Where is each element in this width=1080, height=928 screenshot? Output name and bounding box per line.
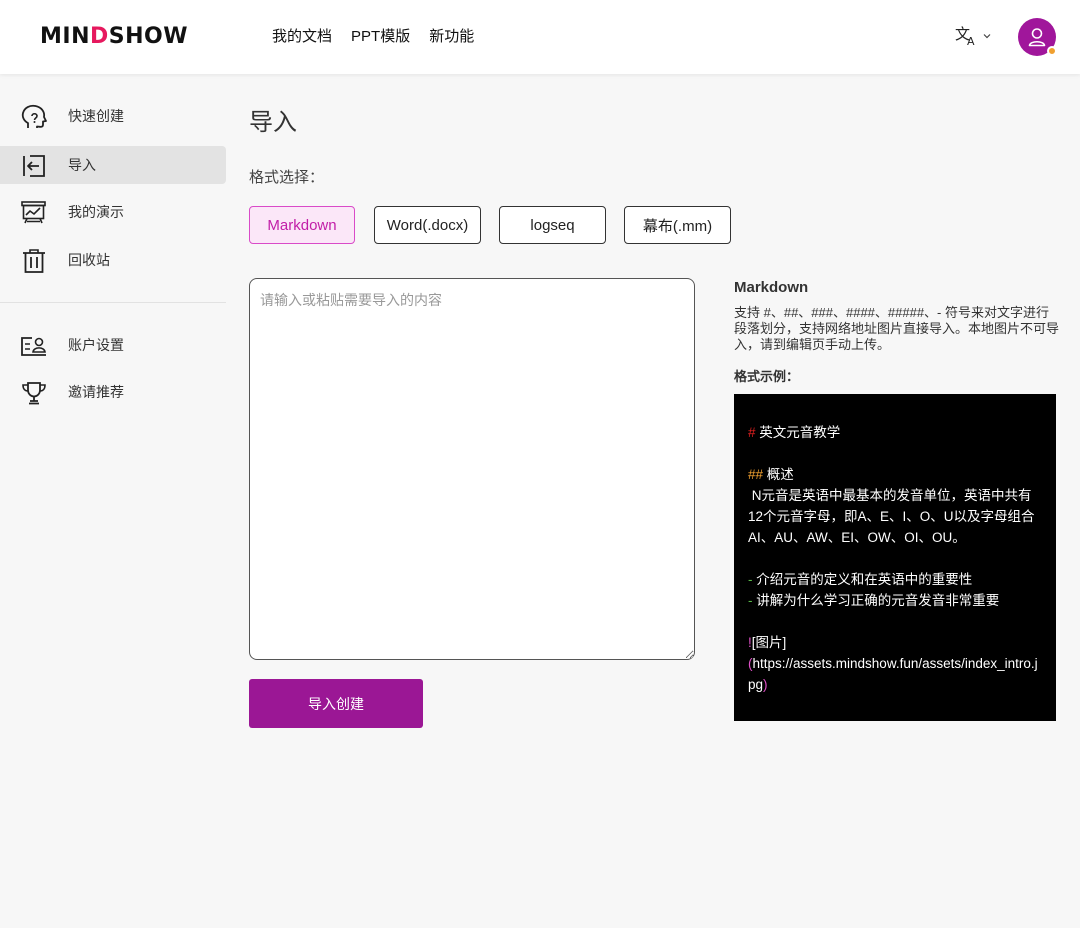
example-para-line: AI、AU、AW、EI、OW、OI、OU。 [748,530,966,545]
example-image: ![图片] [748,632,1042,653]
example-h2: ## 概述 [748,464,1042,485]
nav-ppt-templates[interactable]: PPT模版 [351,25,410,46]
presentation-icon [21,201,46,224]
account-card-icon [21,337,46,356]
avatar[interactable] [1018,18,1057,56]
chevron-down-icon [983,34,991,39]
logo-text-post: SHOW [108,24,188,49]
top-header: MIN D SHOW 我的文档 PPT模版 新功能 文 A [0,0,1080,74]
import-create-button[interactable]: 导入创建 [249,679,423,728]
sidebar-item-label: 邀请推荐 [68,384,124,400]
format-example-label: 格式示例： [734,369,800,384]
example-h1: # 英文元音教学 [748,422,1042,443]
import-content-input[interactable] [249,278,695,660]
nav-my-documents[interactable]: 我的文档 [272,25,332,46]
example-h2-text: 概述 [763,467,794,482]
format-logseq-button[interactable]: logseq [499,206,606,244]
example-h2-mark: ## [748,467,764,482]
example-h1-text: 英文元音教学 [755,425,841,440]
example-blank-line [748,443,1042,464]
example-para-line: N元音是英语中最基本的发音单位，英语中共有 [748,488,1032,503]
svg-text:A: A [967,35,975,47]
example-image-url-text: https://assets.mindshow.fun/assets/index… [752,656,1038,671]
sidebar-item-quick-create[interactable]: 快速创建 [0,97,226,135]
format-mubu-button[interactable]: 幕布(.mm) [624,206,731,244]
avatar-status-dot [1047,46,1057,56]
example-image-url: pg) [748,674,1042,695]
sidebar-item-label: 快速创建 [68,108,124,124]
format-info-description: 支持 #、##、###、####、#####、- 符号来对文字进行段落划分，支持… [734,305,1060,352]
sidebar-item-invite[interactable]: 邀请推荐 [0,373,226,411]
top-nav: 我的文档 PPT模版 新功能 [272,25,474,46]
example-image-url: (https://assets.mindshow.fun/assets/inde… [748,653,1042,674]
example-image-paren-close: ) [763,677,768,692]
nav-new-features[interactable]: 新功能 [429,25,474,46]
language-switcher[interactable]: 文 A [955,25,992,47]
sidebar-item-label: 账户设置 [68,337,124,353]
example-bullet: - 讲解为什么学习正确的元音发音非常重要 [748,590,1042,611]
brain-head-icon [21,104,47,128]
trash-icon [23,249,45,273]
example-image-url-text: pg [748,677,764,692]
example-bullet-text: 讲解为什么学习正确的元音发音非常重要 [752,593,1000,608]
format-markdown-button[interactable]: Markdown [249,206,355,244]
format-select-label: 格式选择： [249,169,325,186]
example-para-line: 12个元音字母，即A、E、I、O、U以及字母组合 [748,509,1035,524]
sidebar-item-label: 导入 [68,157,96,173]
example-blank-line [748,548,1042,569]
sidebar-item-account-settings[interactable]: 账户设置 [0,326,226,364]
sidebar-item-my-presentations[interactable]: 我的演示 [0,193,226,231]
sidebar-item-import[interactable]: 导入 [0,146,226,184]
sidebar-item-label: 回收站 [68,252,110,268]
logo[interactable]: MIN D SHOW [40,24,188,49]
format-example-box: # 英文元音教学 ## 概述 N元音是英语中最基本的发音单位，英语中共有 12个… [734,394,1056,721]
page-title: 导入 [249,109,297,136]
example-bullet: - 介绍元音的定义和在英语中的重要性 [748,569,1042,590]
logo-text-pre: MIN [40,24,90,49]
format-info-title: Markdown [734,279,809,296]
translate-icon: 文 A [955,25,975,47]
example-h1-mark: # [748,425,756,440]
sidebar-item-recycle-bin[interactable]: 回收站 [0,241,226,279]
user-icon [1028,28,1046,47]
example-image-alt: [图片] [751,635,787,650]
format-word-button[interactable]: Word(.docx) [374,206,481,244]
logo-text-d: D [90,24,109,49]
example-bullet-text: 介绍元音的定义和在英语中的重要性 [752,572,973,587]
import-icon [23,155,45,177]
trophy-icon [22,382,46,405]
sidebar-divider [0,302,226,303]
sidebar-item-label: 我的演示 [68,204,124,220]
example-blank-line [748,611,1042,632]
